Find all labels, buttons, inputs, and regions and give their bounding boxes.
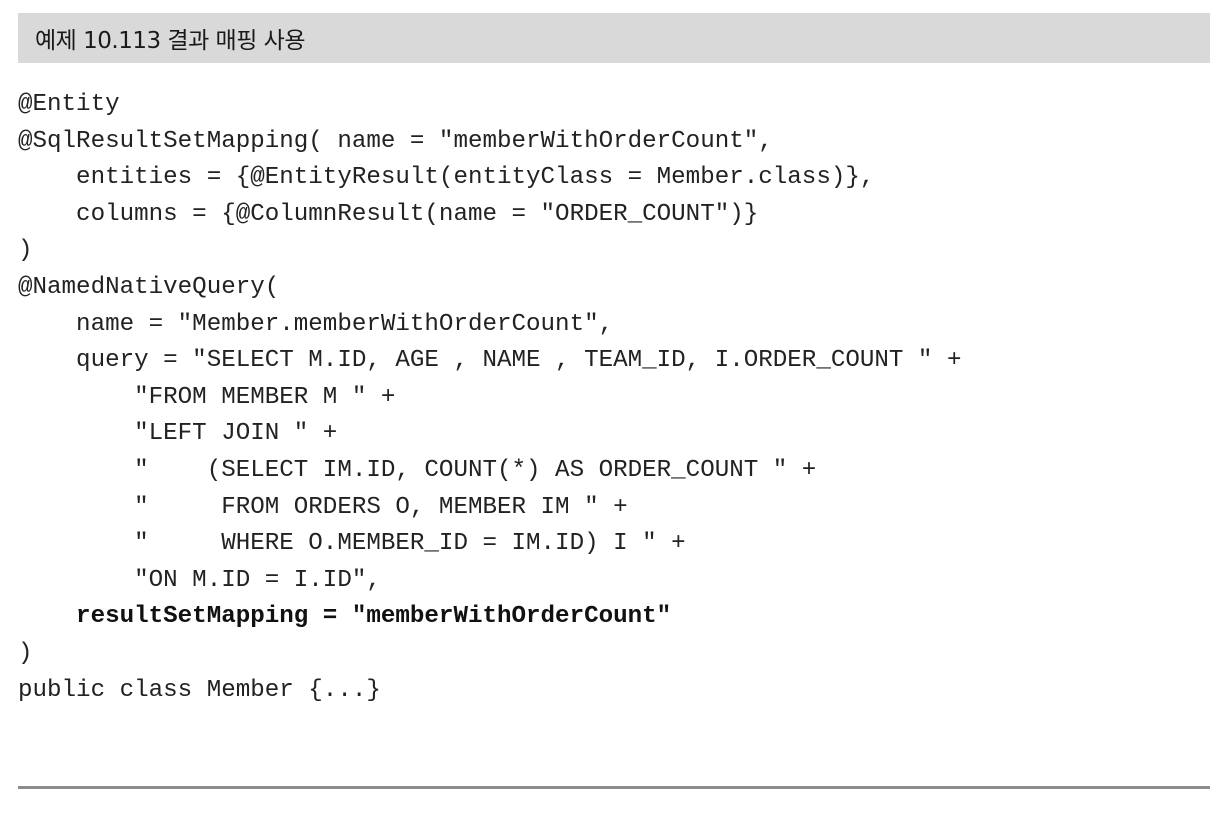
- code-line-5: ): [18, 237, 33, 265]
- code-line-10: "LEFT JOIN " +: [18, 420, 338, 448]
- bottom-divider: [18, 786, 1210, 789]
- code-line-2: @SqlResultSetMapping( name = "memberWith…: [18, 127, 773, 155]
- example-header: 예제 10.113 결과 매핑 사용: [18, 13, 1210, 63]
- code-line-17: public class Member {...}: [18, 676, 381, 704]
- code-line-11: " (SELECT IM.ID, COUNT(*) AS ORDER_COUNT…: [18, 456, 817, 484]
- code-line-16: ): [18, 639, 33, 667]
- code-block: @Entity @SqlResultSetMapping( name = "mem…: [18, 63, 1210, 709]
- code-line-13: " WHERE O.MEMBER_ID = IM.ID) I " +: [18, 530, 686, 558]
- code-line-14: "ON M.ID = I.ID",: [18, 566, 381, 594]
- code-example-box: 예제 10.113 결과 매핑 사용 @Entity @SqlResultSetM…: [18, 13, 1210, 789]
- code-line-12: " FROM ORDERS O, MEMBER IM " +: [18, 493, 628, 521]
- code-line-7: name = "Member.memberWithOrderCount",: [18, 310, 614, 338]
- code-line-15: resultSetMapping = "memberWithOrderCount…: [18, 603, 672, 631]
- example-title: 예제 10.113 결과 매핑 사용: [35, 28, 306, 54]
- code-line-1: @Entity: [18, 91, 120, 118]
- code-line-6: @NamedNativeQuery(: [18, 273, 280, 301]
- code-line-8: query = "SELECT M.ID, AGE , NAME , TEAM_…: [18, 347, 962, 375]
- code-line-4: columns = {@ColumnResult(name = "ORDER_C…: [18, 200, 759, 228]
- code-line-9: "FROM MEMBER M " +: [18, 383, 396, 411]
- code-line-3: entities = {@EntityResult(entityClass = …: [18, 164, 875, 192]
